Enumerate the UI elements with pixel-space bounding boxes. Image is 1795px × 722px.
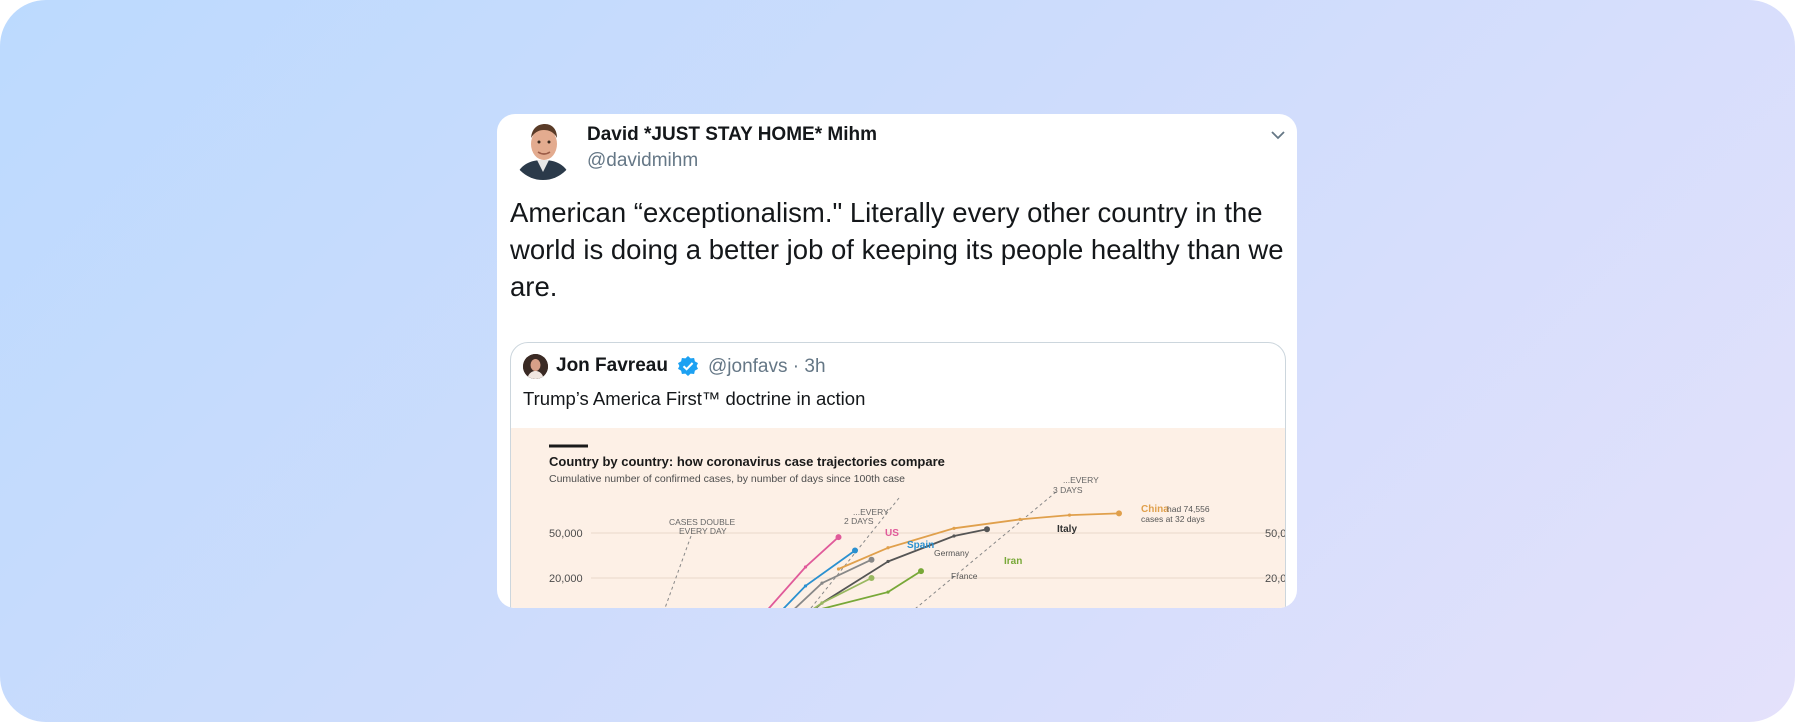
point-spain	[803, 584, 808, 588]
tweet-card[interactable]: David *JUST STAY HOME* Mihm @davidmihm A…	[497, 114, 1297, 608]
point-china	[952, 526, 956, 530]
point-italy	[952, 534, 956, 538]
label-france: France	[951, 571, 978, 581]
ref-line-every-day	[664, 535, 692, 608]
chart-subtitle: Cumulative number of confirmed cases, by…	[549, 473, 905, 485]
chevron-down-icon[interactable]	[1267, 124, 1289, 146]
ref-label-every-day-2: EVERY DAY	[679, 526, 727, 536]
point-germany	[820, 581, 824, 585]
label-spain: Spain	[907, 540, 934, 551]
y-tick-50000: 50,000	[549, 528, 583, 540]
y-tick-20000: 20,000	[549, 573, 583, 585]
quoted-tweet[interactable]: Jon Favreau @jonfavs · 3h Trump’s Americ…	[510, 342, 1286, 608]
point-china	[1067, 513, 1072, 517]
quoted-tweet-text: Trump’s America First™ doctrine in actio…	[523, 388, 866, 409]
point-france	[868, 574, 875, 581]
verified-badge-icon	[677, 355, 699, 377]
point-us	[803, 565, 808, 569]
point-china	[836, 567, 841, 571]
point-germany	[868, 556, 875, 563]
point-iran	[886, 590, 890, 594]
label-iran: Iran	[1004, 556, 1022, 567]
author-avatar[interactable]	[511, 116, 575, 180]
point-italy	[886, 559, 890, 564]
chart-image[interactable]: Country by country: how coronavirus case…	[511, 428, 1285, 608]
series-line-us	[767, 536, 840, 608]
label-germany: Germany	[934, 548, 970, 558]
ref-label-every-3-days-2: 3 DAYS	[1053, 485, 1083, 495]
gradient-backdrop: David *JUST STAY HOME* Mihm @davidmihm A…	[0, 0, 1795, 722]
china-annotation-2: cases at 32 days	[1141, 514, 1205, 524]
author-name[interactable]: David *JUST STAY HOME* Mihm	[587, 124, 877, 146]
quoted-author-avatar[interactable]	[523, 354, 548, 379]
point-china	[886, 546, 890, 550]
point-iran	[918, 568, 924, 575]
author-handle[interactable]: @davidmihm	[587, 150, 698, 172]
coronavirus-chart: Country by country: how coronavirus case…	[549, 444, 1285, 608]
chart-title: Country by country: how coronavirus case…	[549, 454, 945, 469]
ref-label-every-2-days-2: 2 DAYS	[844, 516, 874, 526]
quoted-handle-time[interactable]: @jonfavs · 3h	[708, 356, 826, 378]
point-spain	[852, 547, 858, 554]
point-china	[1018, 517, 1022, 521]
label-italy: Italy	[1057, 524, 1077, 535]
author-avatar-image	[511, 116, 575, 180]
point-us	[835, 534, 842, 541]
china-annotation-1: had 74,556	[1167, 504, 1210, 514]
quoted-author-name[interactable]: Jon Favreau	[556, 355, 668, 377]
y-tick-20000-right: 20,000	[1265, 573, 1285, 585]
point-china	[1116, 510, 1122, 517]
ref-label-every-3-days-1: ...EVERY	[1063, 475, 1099, 485]
point-france	[820, 601, 824, 605]
y-tick-50000-right: 50,000	[1265, 528, 1285, 540]
tweet-text: American “exceptionalism." Literally eve…	[510, 197, 1284, 302]
point-italy	[984, 526, 990, 533]
label-us: US	[885, 528, 899, 539]
series-line-iran	[821, 570, 922, 608]
